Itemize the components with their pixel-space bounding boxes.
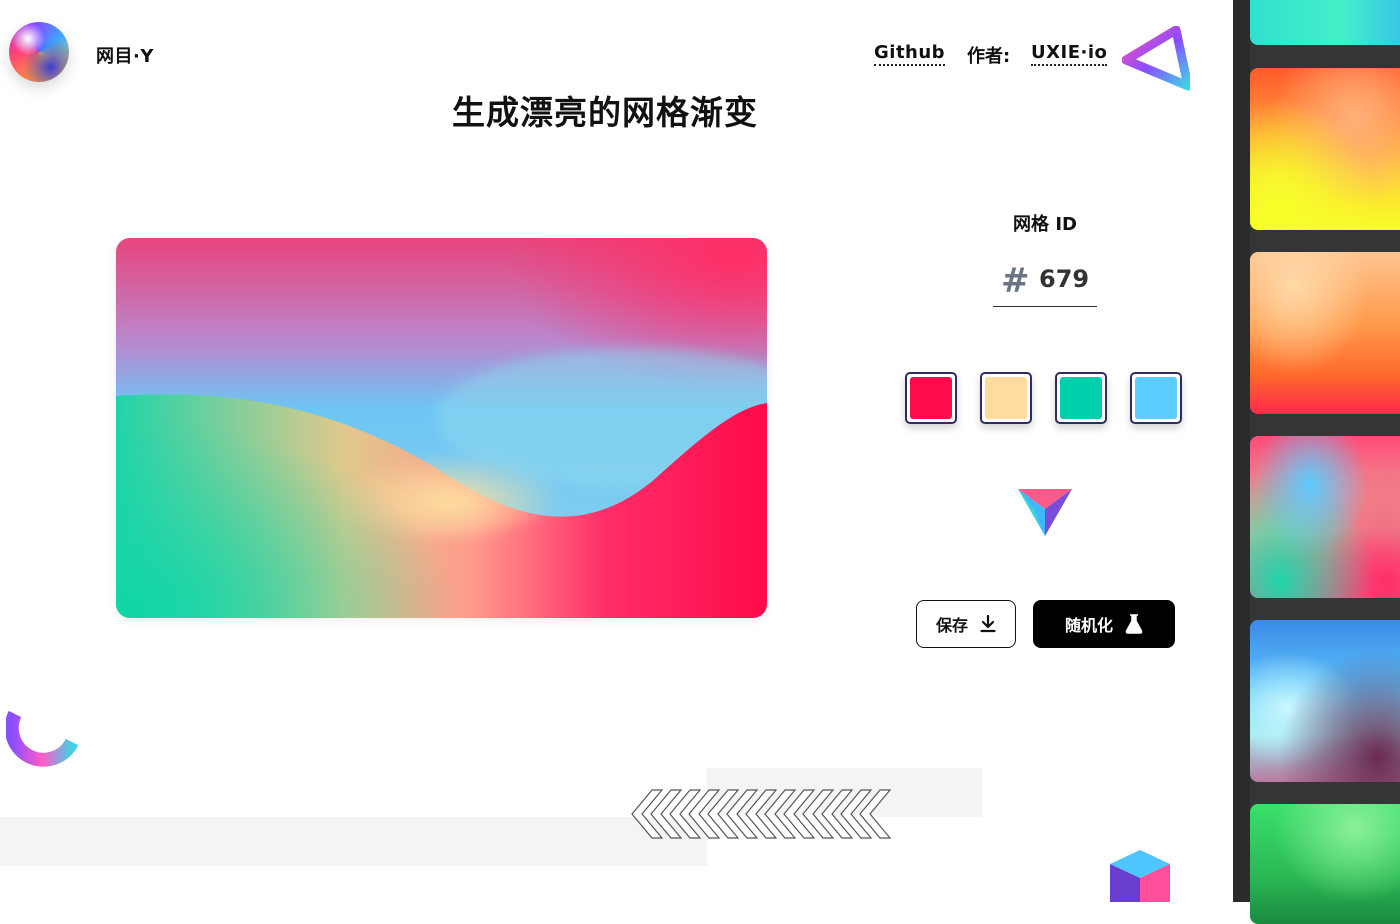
hash-icon: # [1001, 261, 1030, 301]
author-link[interactable]: UXIE·io [1031, 42, 1108, 66]
randomize-button-label: 随机化 [1064, 616, 1113, 635]
color-swatch-3[interactable] [1055, 372, 1107, 424]
gradient-cube-decoration [1110, 850, 1170, 902]
color-swatch-4[interactable] [1130, 372, 1182, 424]
gallery-thumbnail[interactable] [1250, 620, 1400, 782]
gallery-thumbnail[interactable] [1250, 436, 1400, 598]
sidebar-scrollbar[interactable] [1233, 0, 1250, 902]
gradient-triangle-icon [1122, 26, 1190, 91]
color-swatch-1[interactable] [905, 372, 957, 424]
flask-icon [1125, 614, 1143, 634]
decorative-band [0, 817, 707, 866]
author-label: 作者: [967, 46, 1011, 67]
mesh-gradient-preview [116, 238, 767, 618]
randomize-button[interactable]: 随机化 [1033, 600, 1175, 648]
download-icon [980, 615, 996, 633]
chevron-pattern-decoration [631, 789, 892, 839]
gallery-thumbnail[interactable] [1250, 804, 1400, 924]
page-title: 生成漂亮的网格渐变 [452, 93, 758, 132]
brand-name[interactable]: 网目·Y [96, 42, 154, 68]
save-button-label: 保存 [935, 616, 968, 635]
color-swatch-2[interactable] [980, 372, 1032, 424]
save-button[interactable]: 保存 [916, 600, 1016, 648]
logo-orb[interactable] [9, 22, 69, 82]
gradient-arc-decoration [6, 710, 79, 767]
gallery-thumbnail[interactable] [1250, 252, 1400, 414]
mesh-id-field[interactable]: # 679 [993, 258, 1097, 307]
gallery-thumbnail[interactable] [1250, 68, 1400, 230]
prism-icon [1018, 489, 1072, 536]
gradient-gallery-sidebar[interactable] [1233, 0, 1400, 924]
mesh-id-label: 网格 ID [1013, 214, 1077, 235]
github-link[interactable]: Github [874, 42, 946, 66]
mesh-id-value[interactable]: 679 [1039, 265, 1089, 293]
gallery-thumbnail[interactable] [1250, 0, 1400, 45]
